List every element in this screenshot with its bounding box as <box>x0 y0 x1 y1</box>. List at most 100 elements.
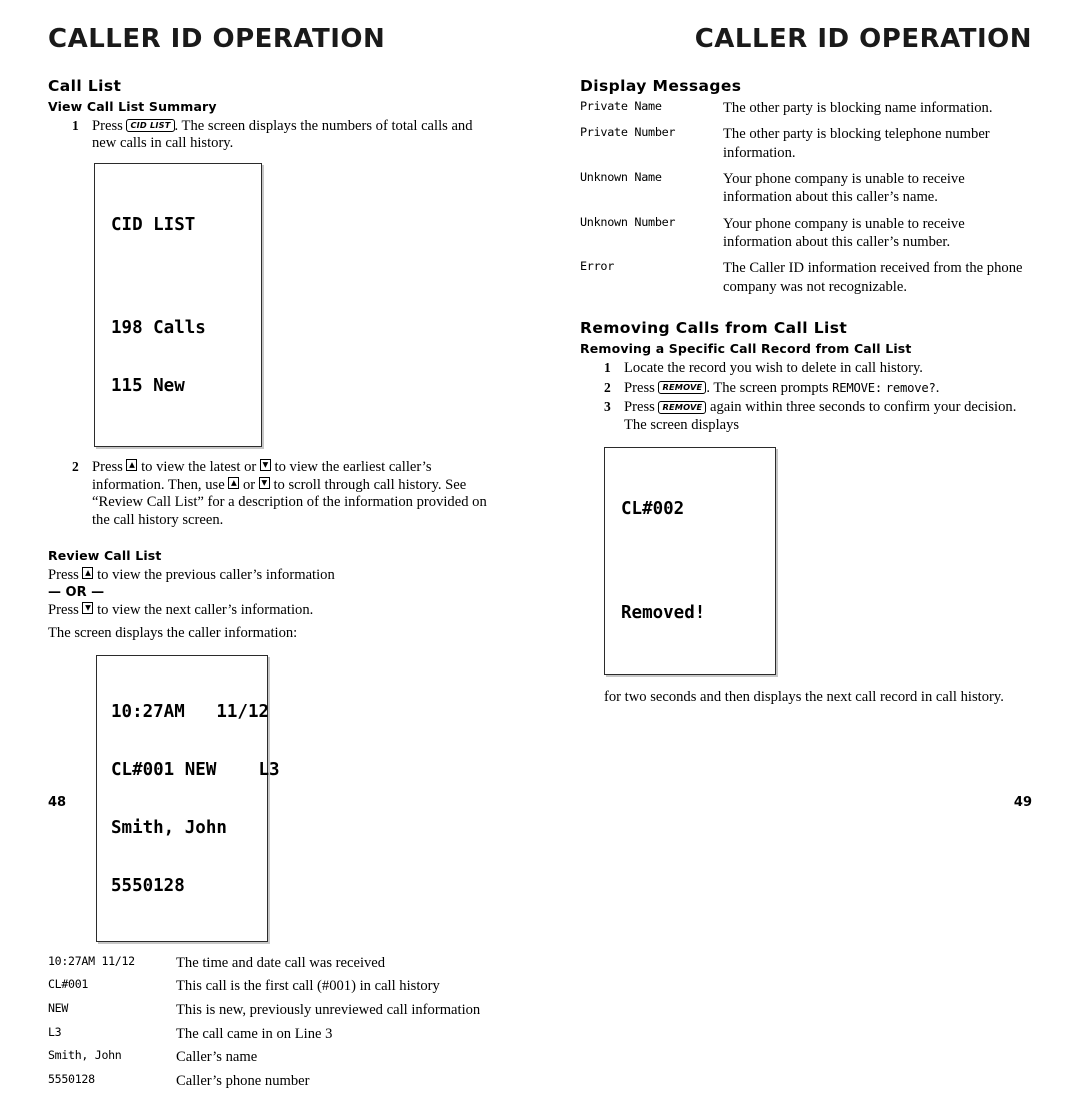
page-number-left: 48 <box>48 795 67 810</box>
table-row: Unknown Name Your phone company is unabl… <box>580 170 1032 215</box>
lcd-line: CL#001 NEW L3 <box>111 759 280 780</box>
message-desc: The Caller ID information received from … <box>723 260 1023 295</box>
legend-desc: This is new, previously unreviewed call … <box>176 1002 481 1019</box>
step-number: 2 <box>604 379 611 395</box>
review-text-after: to view the next caller’s information. <box>97 601 314 618</box>
table-row: NEW This is new, previously unreviewed c… <box>48 999 496 1023</box>
up-arrow-key[interactable]: ▲ <box>82 566 94 579</box>
table-row: CL#001 This call is the first call (#001… <box>48 975 496 999</box>
table-row: Smith, John Caller’s name <box>48 1046 496 1070</box>
message-term: Unknown Name <box>580 169 662 184</box>
step-number: 1 <box>72 117 79 133</box>
running-head-left: CALLER ID OPERATION <box>48 24 386 54</box>
table-row: L3 The call came in on Line 3 <box>48 1023 496 1047</box>
message-term: Private Number <box>580 125 676 140</box>
lcd-line: CID LIST <box>111 215 196 236</box>
up-arrow-key[interactable]: ▲ <box>126 459 138 472</box>
or-separator: — OR — <box>48 585 105 601</box>
heading-call-list: Call List <box>48 77 122 95</box>
step-text-part1: Press <box>92 459 123 476</box>
message-term: Error <box>580 259 615 274</box>
step-text-part4: or <box>242 476 256 493</box>
step-text-mid: . The screen prompts <box>706 379 829 396</box>
lcd-line: Removed! <box>621 602 706 623</box>
table-row: 10:27AM 11/12 The time and date call was… <box>48 952 496 976</box>
running-head-right: CALLER ID OPERATION <box>694 24 1032 54</box>
heading-removing-calls: Removing Calls from Call List <box>580 319 848 338</box>
left-page: CALLER ID OPERATION Call List View Call … <box>0 0 540 1089</box>
step-text-before: Press <box>624 379 655 396</box>
message-desc: Your phone company is unable to receive … <box>723 170 965 206</box>
review-text-after: to view the previous caller’s informatio… <box>97 566 335 583</box>
legend-desc: Caller’s phone number <box>176 1073 310 1090</box>
closing-paragraph: for two seconds and then displays the ne… <box>604 688 1004 705</box>
step-item: 1 Locate the record you wish to delete in… <box>580 360 1032 378</box>
review-press-up-line: Press ▲ to view the previous caller’s in… <box>48 566 496 585</box>
message-desc: The other party is blocking name informa… <box>723 99 993 116</box>
prompt-remove-caps: REMOVE: <box>832 380 883 395</box>
review-text-before: Press <box>48 566 79 583</box>
legend-desc: The time and date call was received <box>176 954 386 971</box>
step-item: 2 Press ▲ to view the latest or ▼ to view… <box>48 459 496 530</box>
table-row: Error The Caller ID information received… <box>580 259 1032 304</box>
page-number-right: 49 <box>1013 795 1032 810</box>
up-arrow-key[interactable]: ▲ <box>228 476 240 489</box>
message-term: Unknown Number <box>580 214 676 229</box>
page-spread: CALLER ID OPERATION Call List View Call … <box>0 0 1080 1089</box>
view-call-list-steps: 1 Press CID LIST. The screen displays the… <box>48 118 496 153</box>
table-row: Private Name The other party is blocking… <box>580 99 1032 125</box>
lcd-display-caller-info: 10:27AM 11/12 CL#001 NEW L3 Smith, John … <box>96 654 280 942</box>
table-row: Private Number The other party is blocki… <box>580 125 1032 170</box>
legend-desc: This call is the first call (#001) in ca… <box>176 978 440 995</box>
legend-term: NEW <box>48 1001 69 1016</box>
down-arrow-key[interactable]: ▼ <box>258 476 270 489</box>
down-arrow-key[interactable]: ▼ <box>259 459 271 472</box>
review-text-before: Press <box>48 601 79 618</box>
lcd-line: 198 Calls <box>111 318 206 339</box>
message-desc: The other party is blocking telephone nu… <box>723 126 990 161</box>
step-number: 3 <box>604 399 611 415</box>
prompt-remove-lower: remove? <box>885 380 936 395</box>
review-press-down-line: Press ▼ to view the next caller’s inform… <box>48 601 496 620</box>
heading-removing-specific-record: Removing a Specific Call Record from Cal… <box>580 341 912 356</box>
lcd-display-cid-list: CID LIST 198 Calls 115 New <box>94 163 262 448</box>
legend-term: CL#001 <box>48 977 89 992</box>
table-row: Unknown Number Your phone company is una… <box>580 215 1032 260</box>
removing-steps: 1 Locate the record you wish to delete in… <box>580 360 1032 435</box>
step-item: 3 Press REMOVE again within three seconds… <box>580 399 1032 434</box>
step-text-part2: to view the latest or <box>141 459 257 476</box>
step-item: 2 Press REMOVE. The screen prompts REMOVE… <box>580 380 1032 398</box>
remove-key[interactable]: REMOVE <box>658 381 707 395</box>
display-messages-table: Private Name The other party is blocking… <box>580 99 1032 304</box>
legend-term: 5550128 <box>48 1072 95 1087</box>
heading-display-messages: Display Messages <box>580 77 742 95</box>
heading-view-call-list-summary: View Call List Summary <box>48 98 217 114</box>
message-desc: Your phone company is unable to receive … <box>723 215 965 251</box>
lcd-display-removed: CL#002 Removed! <box>604 446 776 675</box>
step-item: 1 Press CID LIST. The screen displays the… <box>48 118 496 153</box>
lcd-line: 10:27AM 11/12 <box>111 701 270 722</box>
legend-term: 10:27AM 11/12 <box>48 953 135 968</box>
lcd-line: Smith, John <box>111 817 227 838</box>
step-text: Locate the record you wish to delete in … <box>624 360 923 376</box>
cid-list-key[interactable]: CID LIST <box>126 119 175 133</box>
legend-term: L3 <box>48 1024 62 1039</box>
legend-desc: The call came in on Line 3 <box>176 1025 333 1042</box>
step-text-after: . <box>935 379 940 396</box>
view-call-list-steps-2: 2 Press ▲ to view the latest or ▼ to view… <box>48 459 496 530</box>
message-term: Private Name <box>580 98 662 113</box>
review-screen-intro: The screen displays the caller informati… <box>48 625 298 642</box>
caller-info-legend-table: 10:27AM 11/12 The time and date call was… <box>48 952 496 1094</box>
step-text-before: Press <box>92 117 123 134</box>
heading-review-call-list: Review Call List <box>48 547 162 563</box>
down-arrow-key[interactable]: ▼ <box>82 601 94 614</box>
lcd-line: 5550128 <box>111 875 185 896</box>
step-number: 1 <box>604 360 611 375</box>
table-row: 5550128 Caller’s phone number <box>48 1070 496 1094</box>
step-number: 2 <box>72 459 79 475</box>
legend-desc: Caller’s name <box>176 1049 258 1066</box>
step-text-before: Press <box>624 399 655 416</box>
lcd-line: 115 New <box>111 376 185 397</box>
lcd-line: CL#002 <box>621 498 685 519</box>
remove-key[interactable]: REMOVE <box>658 400 707 414</box>
